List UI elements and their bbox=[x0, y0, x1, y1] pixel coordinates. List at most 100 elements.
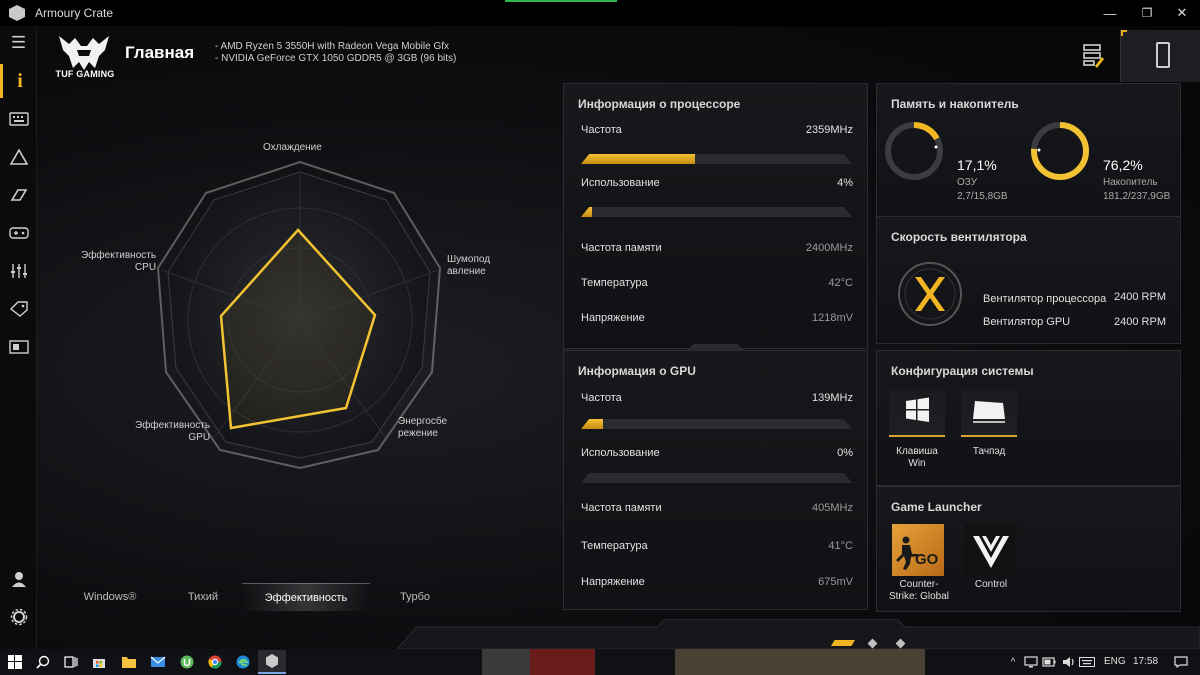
cpu-temp-value: 42°C bbox=[828, 277, 853, 289]
gpu-usage-label: Использование bbox=[581, 447, 660, 459]
spec-gpu: - NVIDIA GeForce GTX 1050 GDDR5 @ 3GB (9… bbox=[215, 53, 457, 64]
cpu-volt-value: 1218mV bbox=[812, 312, 853, 324]
nav-deals-tag-icon[interactable] bbox=[0, 292, 37, 326]
touchpad-icon bbox=[973, 401, 1005, 423]
maximize-button[interactable]: ❐ bbox=[1127, 0, 1167, 26]
mode-windows[interactable]: Windows® bbox=[62, 583, 158, 611]
cpu-freq-bar-fill bbox=[581, 154, 695, 164]
mail-icon[interactable] bbox=[149, 653, 167, 671]
nav-gamepad-icon[interactable] bbox=[0, 216, 37, 250]
cpu-usage-bar-fill bbox=[581, 207, 592, 217]
nav-home-info-icon[interactable]: i bbox=[0, 64, 37, 98]
game-control-label: Control bbox=[974, 579, 1008, 590]
mode-performance[interactable]: Эффективность bbox=[242, 583, 370, 611]
cpu-volt-label: Напряжение bbox=[581, 312, 645, 324]
minimize-button[interactable]: — bbox=[1090, 0, 1130, 26]
win-key-toggle[interactable] bbox=[889, 389, 945, 437]
touchpad-toggle[interactable] bbox=[961, 389, 1017, 437]
gpu-card-title: Информация о GPU bbox=[578, 364, 696, 378]
nav-keyboard-icon[interactable] bbox=[0, 102, 37, 136]
top-accent-line bbox=[505, 0, 617, 2]
gpu-mem-label: Частота памяти bbox=[581, 502, 662, 514]
mobile-device-icon bbox=[1156, 42, 1170, 68]
search-icon[interactable] bbox=[34, 653, 52, 671]
gpu-info-card: Информация о GPU Частота 139MHz Использо… bbox=[563, 350, 868, 610]
task-view-icon[interactable] bbox=[62, 653, 80, 671]
cpu-mem-label: Частота памяти bbox=[581, 242, 662, 254]
ram-label: ОЗУ bbox=[957, 177, 978, 188]
fan-speed-card: Скорость вентилятора Вентилятор процессо… bbox=[876, 216, 1181, 344]
notifications-icon[interactable] bbox=[1172, 653, 1190, 671]
cpu-mem-value: 2400MHz bbox=[805, 242, 853, 254]
show-hidden-icons-chevron-icon[interactable]: ^ bbox=[1004, 653, 1022, 671]
start-windows-icon[interactable] bbox=[6, 653, 24, 671]
fan-card-title: Скорость вентилятора bbox=[891, 230, 1027, 244]
cpu-usage-bar bbox=[581, 207, 852, 217]
network-icon[interactable] bbox=[1022, 653, 1040, 671]
battery-icon[interactable] bbox=[1040, 653, 1058, 671]
armoury-crate-logo-icon bbox=[9, 5, 25, 21]
taskbar-thumbnail-3 bbox=[675, 649, 925, 675]
close-button[interactable]: ✕ bbox=[1162, 0, 1200, 26]
cpu-temp-label: Температура bbox=[581, 277, 648, 289]
window-title: Armoury Crate bbox=[35, 6, 114, 20]
volume-icon[interactable] bbox=[1060, 653, 1078, 671]
device-switch-panel[interactable] bbox=[1120, 30, 1200, 82]
gpu-freq-value: 139MHz bbox=[812, 392, 853, 404]
game-control-tile[interactable] bbox=[965, 524, 1017, 576]
pager-active-indicator[interactable] bbox=[831, 640, 855, 646]
nav-aura-triangle-icon[interactable] bbox=[0, 140, 37, 174]
gpu-usage-bar bbox=[581, 473, 852, 483]
game-launcher-card: Game Launcher GO Counter- Strike: Global… bbox=[876, 486, 1181, 612]
win-key-label: Клавиша Win bbox=[896, 446, 938, 469]
windows-taskbar: ^ ENG 17:58 bbox=[0, 649, 1200, 675]
radar-label-noise: Шумопод авление bbox=[447, 254, 491, 277]
nav-game-profile-icon[interactable] bbox=[0, 178, 37, 212]
page-title: Главная bbox=[125, 43, 195, 62]
cpu-usage-value: 4% bbox=[837, 177, 853, 189]
memory-storage-card: Память и накопитель 17,1% ОЗУ 2,7/15,8GB… bbox=[876, 83, 1181, 236]
system-info-edit-icon[interactable] bbox=[1082, 42, 1104, 68]
store-icon[interactable] bbox=[90, 653, 108, 671]
game-launcher-title: Game Launcher bbox=[891, 500, 982, 514]
gpu-freq-label: Частота bbox=[581, 392, 622, 404]
radar-label-cpu: Эффективность CPU bbox=[81, 250, 157, 273]
gpu-temp-value: 41°C bbox=[828, 540, 853, 552]
chrome-icon[interactable] bbox=[206, 653, 224, 671]
gpu-mem-value: 405MHz bbox=[812, 502, 853, 514]
keyboard-layout-icon[interactable] bbox=[1078, 653, 1096, 671]
fan-gpu-label: Вентилятор GPU bbox=[983, 316, 1071, 328]
settings-gear-icon[interactable] bbox=[0, 600, 37, 634]
touchpad-label: Тачпэд bbox=[972, 446, 1006, 457]
main-content: TUF GAMING Главная - AMD Ryzen 5 3550H w… bbox=[37, 26, 1200, 649]
disk-detail: 181,2/237,9GB bbox=[1103, 191, 1171, 202]
cpu-usage-label: Использование bbox=[581, 177, 660, 189]
radar-label-gpu: Эффективность GPU bbox=[135, 420, 211, 443]
language-indicator[interactable]: ENG bbox=[1104, 656, 1126, 667]
nav-equalizer-icon[interactable] bbox=[0, 254, 37, 288]
edge-icon[interactable] bbox=[234, 653, 252, 671]
control-logo-icon bbox=[973, 536, 1009, 568]
file-explorer-icon[interactable] bbox=[120, 653, 138, 671]
user-account-icon[interactable] bbox=[0, 562, 37, 596]
disk-donut-chart bbox=[1031, 122, 1089, 180]
memory-card-title: Память и накопитель bbox=[891, 97, 1019, 111]
nav-news-icon[interactable] bbox=[0, 330, 37, 364]
game-csgo-tile[interactable]: GO bbox=[892, 524, 944, 576]
gpu-volt-value: 675mV bbox=[818, 576, 853, 588]
fan-x-icon bbox=[898, 262, 962, 326]
brand-label: TUF GAMING bbox=[55, 69, 115, 79]
fan-cpu-label: Вентилятор процессора bbox=[983, 293, 1107, 305]
mode-silent[interactable]: Тихий bbox=[170, 583, 236, 611]
operating-mode-selector: Windows® Тихий Эффективность Турбо bbox=[62, 583, 442, 611]
armoury-crate-taskbar-icon[interactable] bbox=[258, 650, 286, 674]
gpu-temp-label: Температура bbox=[581, 540, 648, 552]
utorrent-icon[interactable] bbox=[178, 653, 196, 671]
clock-time[interactable]: 17:58 bbox=[1133, 656, 1158, 667]
hamburger-menu-icon[interactable]: ☰ bbox=[0, 26, 37, 60]
cpu-freq-value: 2359MHz bbox=[805, 124, 853, 136]
csgo-soldier-icon: GO bbox=[896, 536, 939, 570]
mode-turbo[interactable]: Турбо bbox=[380, 583, 450, 611]
ram-donut-chart bbox=[885, 122, 943, 180]
title-bar: Armoury Crate — ❐ ✕ bbox=[0, 0, 1200, 26]
